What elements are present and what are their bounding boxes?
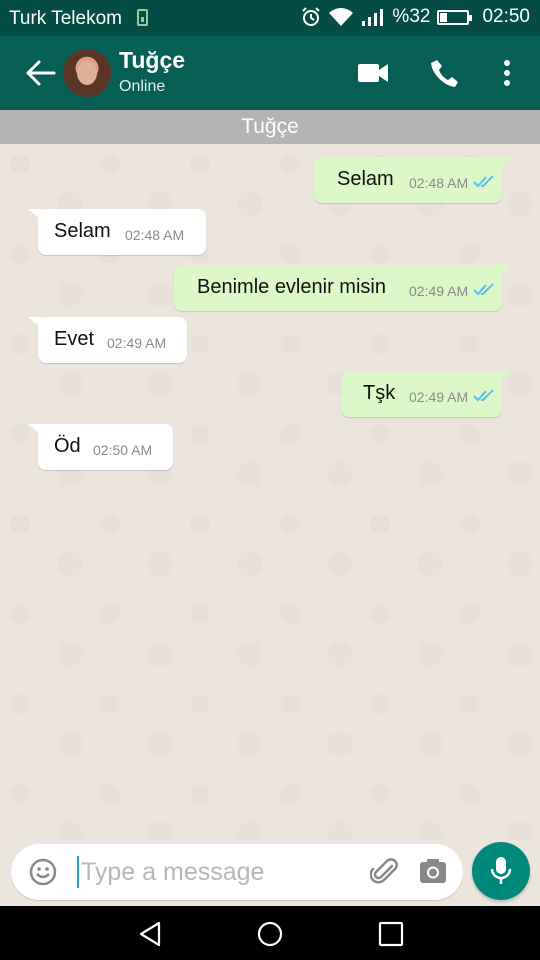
signal-icon [362,9,384,26]
message-time: 02:50 AM [93,442,153,458]
message-time: 02:48 AM [125,227,185,243]
message-text: Selam [54,220,111,242]
message-time: 02:48 AM [409,175,469,191]
message-bubble-incoming[interactable]: Evet 02:49 AM [28,317,187,363]
emoji-icon[interactable] [28,857,58,887]
nav-recents-icon[interactable] [377,920,405,948]
message-text: Tşk [363,382,396,404]
message-text: Evet [54,328,95,350]
nav-back-icon[interactable] [137,920,165,948]
system-nav-bar [0,906,540,960]
alarm-icon [302,7,321,26]
message-text: Selam [337,168,394,190]
attach-icon[interactable] [370,857,400,887]
avatar[interactable] [63,49,111,97]
message-composer [11,844,463,900]
message-bubble-outgoing[interactable]: Selam 02:48 AM [314,157,512,203]
camera-icon[interactable] [419,858,447,884]
text-cursor [77,856,79,888]
message-text: Benimle evlenir misin [197,276,386,298]
contact-status: Online [119,78,166,95]
more-vert-icon[interactable] [499,58,515,88]
message-list: Selam 02:48 AM Selam 02:48 AM Benimle ev… [0,144,540,840]
mic-icon [490,857,512,884]
sim-icon [137,9,148,26]
video-call-icon[interactable] [357,58,389,88]
read-ticks-icon [473,389,494,402]
chat-banner: Tuğçe [0,110,540,144]
contact-name[interactable]: Tuğçe [119,47,185,74]
message-bubble-outgoing[interactable]: Benimle evlenir misin 02:49 AM [174,265,512,311]
chat-header: Tuğçe Online [0,36,540,110]
message-input[interactable] [81,854,361,890]
message-time: 02:49 AM [107,335,167,351]
message-time: 02:49 AM [409,389,469,405]
message-bubble-incoming[interactable]: Öd 02:50 AM [28,424,173,470]
message-time: 02:49 AM [409,283,469,299]
wifi-icon [329,8,354,26]
read-ticks-icon [473,175,494,188]
message-text: Öd [54,435,81,457]
battery-percent: %32 [392,6,431,27]
message-bubble-outgoing[interactable]: Tşk 02:49 AM [341,371,512,417]
nav-home-icon[interactable] [256,920,284,948]
read-ticks-icon [473,283,494,296]
status-time: 02:50 [482,6,530,27]
back-arrow-icon[interactable] [24,58,58,88]
carrier-name: Turk Telekom [9,8,122,29]
phone-call-icon[interactable] [430,58,460,88]
mic-button[interactable] [472,842,530,900]
message-bubble-incoming[interactable]: Selam 02:48 AM [28,209,206,255]
status-bar: Turk Telekom %32 02:50 [0,0,540,36]
battery-icon [437,9,473,25]
